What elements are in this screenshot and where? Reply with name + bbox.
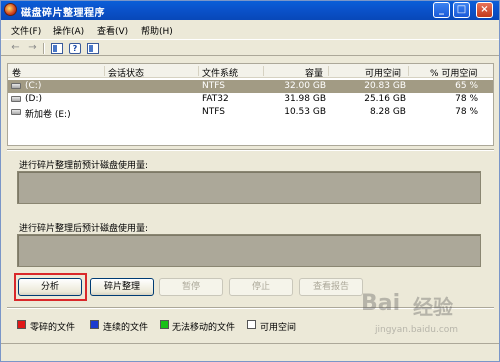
defrag-window: 磁盘碎片整理程序 _ □ × 文件(F) 操作(A) 查看(V) 帮助(H) ←… <box>0 0 500 362</box>
column-capacity[interactable]: 容量 <box>305 66 323 79</box>
volume-free-space: 25.16 GB <box>364 94 406 104</box>
unmovable-files-label: 无法移动的文件 <box>172 323 236 333</box>
help-icon[interactable]: ? <box>69 43 81 54</box>
before-usage-label: 进行碎片整理前预计磁盘使用量: <box>19 161 149 171</box>
defragment-button[interactable]: 碎片整理 <box>90 278 154 296</box>
after-usage-display <box>17 234 481 267</box>
menu-help[interactable]: 帮助(H) <box>141 24 173 37</box>
properties-icon[interactable] <box>87 43 99 54</box>
volume-list-header: 卷 会话状态 文件系统 容量 可用空间 % 可用空间 <box>8 64 493 79</box>
free-space-swatch <box>247 320 256 329</box>
pause-button[interactable]: 暂停 <box>159 278 223 296</box>
column-divider[interactable] <box>408 66 409 76</box>
column-file-system[interactable]: 文件系统 <box>202 66 238 79</box>
volume-free-space: 20.83 GB <box>364 81 406 91</box>
column-percent-free[interactable]: % 可用空间 <box>430 66 477 79</box>
volume-free-space: 8.28 GB <box>369 107 406 117</box>
analyze-button[interactable]: 分析 <box>18 278 82 296</box>
volume-percent-free: 78 % <box>455 94 478 104</box>
menu-view[interactable]: 查看(V) <box>97 24 128 37</box>
window-title: 磁盘碎片整理程序 <box>21 8 105 19</box>
volume-row[interactable]: 新加卷 (E:) NTFS 10.53 GB 8.28 GB 78 % <box>8 106 493 120</box>
volume-file-system: FAT32 <box>202 94 229 104</box>
volume-file-system: NTFS <box>202 107 225 117</box>
volume-percent-free: 78 % <box>455 107 478 117</box>
column-free-space[interactable]: 可用空间 <box>365 66 401 79</box>
unmovable-files-swatch <box>160 320 169 329</box>
hard-drive-icon <box>11 96 21 102</box>
volume-row[interactable]: (C:) NTFS 32.00 GB 20.83 GB 65 % <box>8 80 493 93</box>
show-hide-console-tree-icon[interactable] <box>51 43 63 54</box>
defrag-app-icon <box>4 3 17 16</box>
toolbar-separator <box>43 43 44 54</box>
column-divider[interactable] <box>198 66 199 76</box>
watermark-url: jingyan.baidu.com <box>375 325 459 335</box>
volume-capacity: 31.98 GB <box>284 94 326 104</box>
close-button[interactable]: × <box>476 2 493 18</box>
column-session-status[interactable]: 会话状态 <box>108 66 144 79</box>
minimize-button[interactable]: _ <box>433 2 450 18</box>
menu-file[interactable]: 文件(F) <box>11 24 41 37</box>
fragmented-files-swatch <box>17 320 26 329</box>
splitter[interactable] <box>7 149 494 151</box>
volume-capacity: 32.00 GB <box>284 81 326 91</box>
volume-percent-free: 65 % <box>455 81 478 91</box>
view-report-button[interactable]: 查看报告 <box>299 278 363 296</box>
column-divider[interactable] <box>263 66 264 76</box>
free-space-label: 可用空间 <box>260 323 297 333</box>
back-arrow-icon[interactable]: ← <box>9 43 22 54</box>
volume-capacity: 10.53 GB <box>284 107 326 117</box>
volume-name: (D:) <box>25 94 42 104</box>
before-usage-display <box>17 171 481 204</box>
toolbar: ← → ? <box>1 39 499 56</box>
forward-arrow-icon[interactable]: → <box>26 43 39 54</box>
contiguous-files-label: 连续的文件 <box>103 323 149 333</box>
menu-bar: 文件(F) 操作(A) 查看(V) 帮助(H) <box>1 21 499 38</box>
volume-file-system: NTFS <box>202 81 225 91</box>
column-volume[interactable]: 卷 <box>12 66 21 79</box>
menu-action[interactable]: 操作(A) <box>53 24 84 37</box>
column-divider[interactable] <box>104 66 105 76</box>
maximize-button[interactable]: □ <box>453 2 470 18</box>
hard-drive-icon <box>11 83 21 89</box>
volume-list: 卷 会话状态 文件系统 容量 可用空间 % 可用空间 (C:) NTFS 32.… <box>7 63 494 146</box>
after-usage-label: 进行碎片整理后预计磁盘使用量: <box>19 224 149 234</box>
column-divider[interactable] <box>328 66 329 76</box>
watermark-brand-suffix: 经验 <box>413 295 453 319</box>
volume-name: 新加卷 (E:) <box>25 110 71 120</box>
fragmented-files-label: 零碎的文件 <box>30 323 76 333</box>
title-bar[interactable]: 磁盘碎片整理程序 _ □ × <box>1 1 499 20</box>
contiguous-files-swatch <box>90 320 99 329</box>
volume-name: (C:) <box>25 81 42 91</box>
hard-drive-icon <box>11 109 21 115</box>
volume-row[interactable]: (D:) FAT32 31.98 GB 25.16 GB 78 % <box>8 93 493 106</box>
baidu-watermark: Bai 经验 jingyan.baidu.com <box>361 291 491 351</box>
watermark-brand: Bai <box>361 291 401 316</box>
stop-button[interactable]: 停止 <box>229 278 293 296</box>
